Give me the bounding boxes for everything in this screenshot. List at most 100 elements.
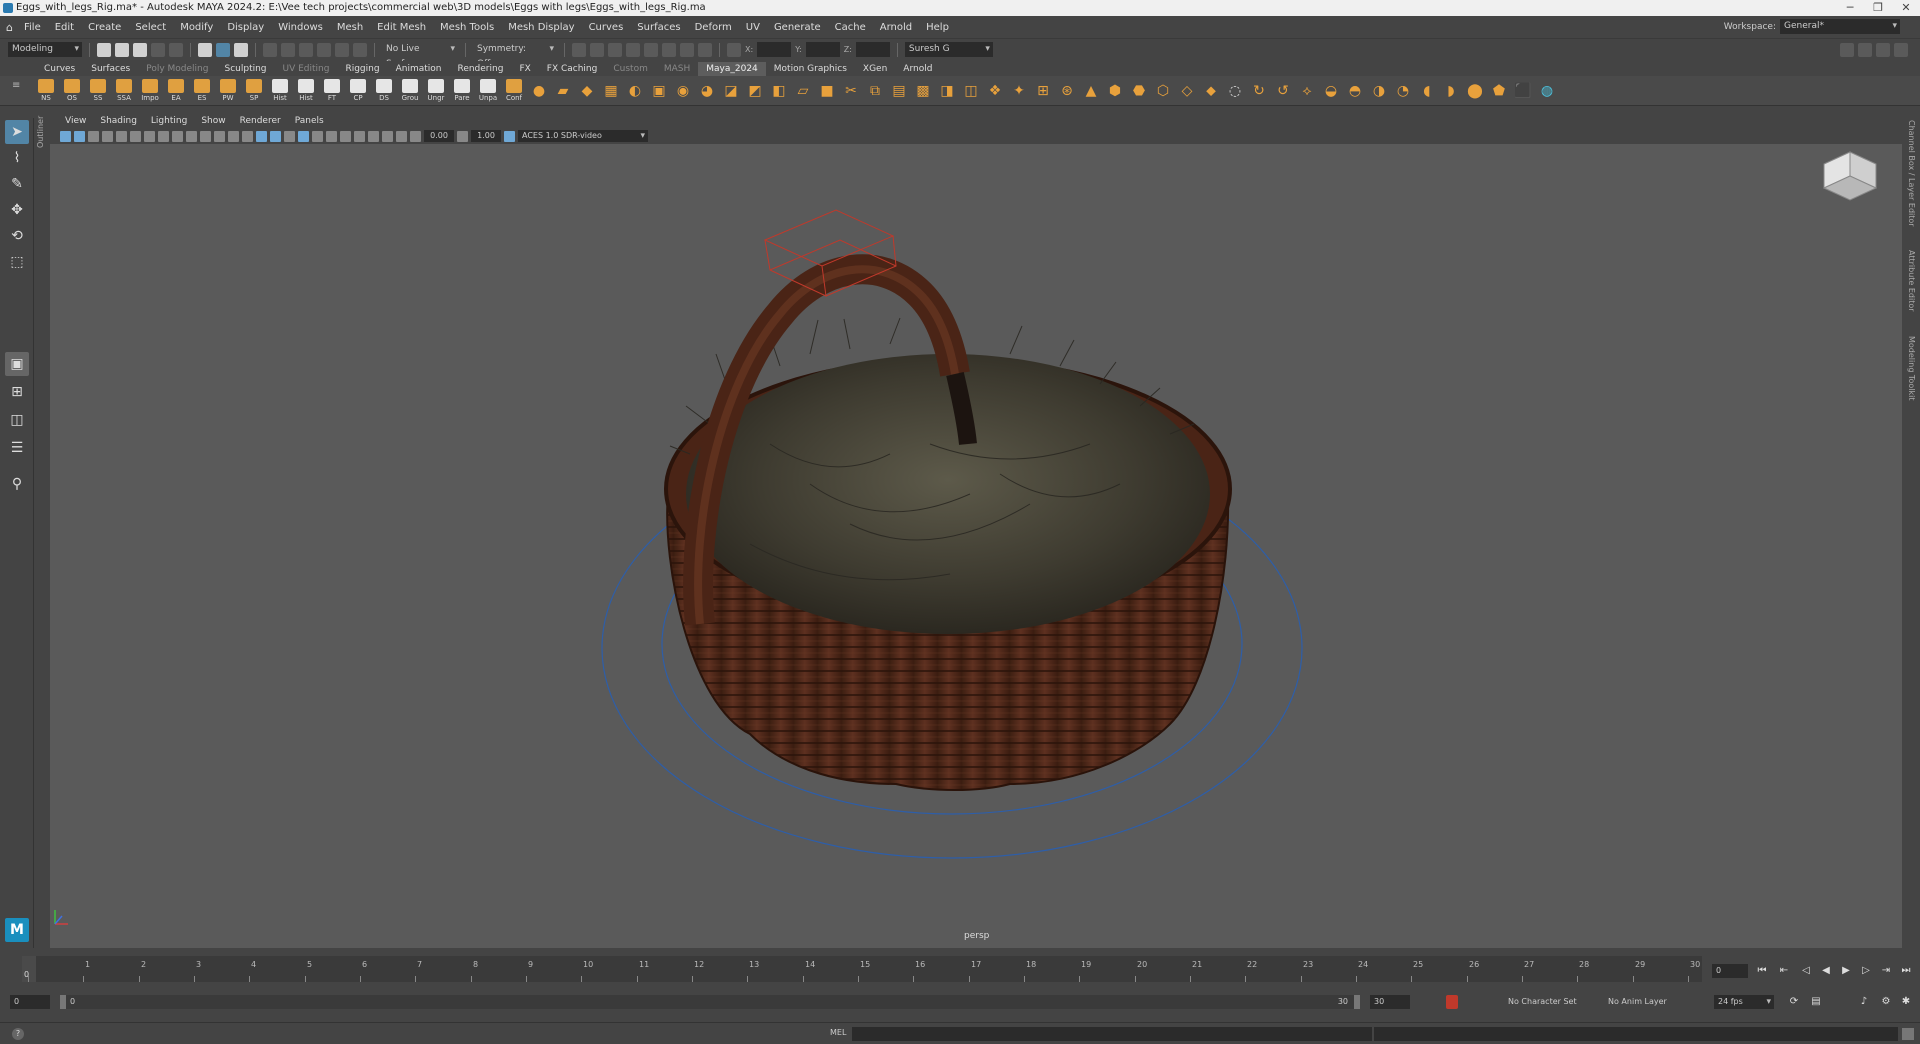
- bend-icon[interactable]: ◐: [624, 80, 646, 102]
- panel-menu-lighting[interactable]: Lighting: [144, 116, 194, 126]
- select-camera-icon[interactable]: [60, 130, 71, 142]
- animation-end-field[interactable]: 30: [1370, 995, 1410, 1009]
- command-input[interactable]: [852, 1027, 1372, 1041]
- step-back-key-icon[interactable]: ⇤: [1776, 964, 1792, 978]
- scale-tool-icon[interactable]: ⬚: [5, 250, 29, 274]
- menu-set-dropdown[interactable]: Modeling: [8, 42, 82, 57]
- perspective-viewport[interactable]: persp: [50, 144, 1902, 948]
- gate-mask-icon[interactable]: [186, 130, 197, 142]
- uv-editor-icon[interactable]: ◌: [1224, 80, 1246, 102]
- play-forwards-icon[interactable]: ▶: [1838, 964, 1854, 978]
- anim-layer-dropdown[interactable]: No Anim Layer: [1608, 995, 1667, 1009]
- attribute-editor-tab[interactable]: Attribute Editor: [1907, 250, 1916, 312]
- shelf-button-ssa[interactable]: SSA: [112, 78, 136, 104]
- step-forward-key-icon[interactable]: ⇥: [1878, 964, 1894, 978]
- multi-cut-icon[interactable]: ✂: [840, 80, 862, 102]
- close-icon[interactable]: ✕: [1892, 0, 1920, 16]
- shelf-button-os[interactable]: OS: [60, 78, 84, 104]
- panel-menu-renderer[interactable]: Renderer: [233, 116, 288, 126]
- cache-playback-icon[interactable]: ▤: [1808, 995, 1824, 1009]
- pause-viewport-icon[interactable]: [698, 42, 712, 57]
- character-set-dropdown[interactable]: No Character Set: [1508, 995, 1577, 1009]
- offset-icon[interactable]: ⬤: [1464, 80, 1486, 102]
- safe-action-icon[interactable]: [214, 130, 225, 142]
- extrude-icon[interactable]: ▣: [648, 80, 670, 102]
- shelf-button-conf[interactable]: Conf: [502, 78, 526, 104]
- wireframe-icon[interactable]: [242, 130, 253, 142]
- image-plane-icon[interactable]: [102, 130, 113, 142]
- outliner-collapsed-strip[interactable]: Outliner: [34, 116, 48, 948]
- shelf-button-ea[interactable]: EA: [164, 78, 188, 104]
- panel-menu-show[interactable]: Show: [194, 116, 232, 126]
- tool-settings-icon[interactable]: [1876, 43, 1890, 57]
- ipr-render-icon[interactable]: [608, 42, 622, 57]
- menu-edit[interactable]: Edit: [48, 22, 81, 33]
- field-chart-icon[interactable]: [200, 130, 211, 142]
- menu-modify[interactable]: Modify: [173, 22, 220, 33]
- film-gate-icon[interactable]: [158, 130, 169, 142]
- menu-uv[interactable]: UV: [739, 22, 767, 33]
- shelf-tab-xgen[interactable]: XGen: [855, 62, 895, 76]
- attribute-editor-icon[interactable]: [1858, 43, 1872, 57]
- menu-mesh-display[interactable]: Mesh Display: [501, 22, 581, 33]
- menu-select[interactable]: Select: [128, 22, 173, 33]
- script-editor-icon[interactable]: [1902, 1028, 1914, 1040]
- panel-menu-panels[interactable]: Panels: [288, 116, 331, 126]
- step-forward-frame-icon[interactable]: ▷: [1858, 964, 1874, 978]
- exposure-icon[interactable]: [410, 130, 421, 142]
- range-start-handle[interactable]: [60, 995, 66, 1009]
- menu-create[interactable]: Create: [81, 22, 128, 33]
- fps-dropdown[interactable]: 24 fps: [1714, 995, 1774, 1009]
- user-account-dropdown[interactable]: Suresh G: [904, 42, 993, 57]
- snap-grid-icon[interactable]: [263, 42, 277, 57]
- render-view-icon[interactable]: [572, 42, 586, 57]
- play-backwards-icon[interactable]: ◀: [1818, 964, 1834, 978]
- shelf-tab-mash[interactable]: MASH: [656, 62, 698, 76]
- time-slider-track[interactable]: 0 1 2 3 4 5 6 7 8 9 10 11 12 13 14 15 16 17 18 19 20 21 22 23 2…: [22, 956, 1702, 982]
- shelf-button-grou[interactable]: Grou: [398, 78, 422, 104]
- sculpt-icon[interactable]: ◕: [696, 80, 718, 102]
- search-icon[interactable]: ⚲: [5, 472, 29, 496]
- arc-tool-icon[interactable]: ↺: [1272, 80, 1294, 102]
- panel-menu-shading[interactable]: Shading: [93, 116, 144, 126]
- view-transform-dropdown[interactable]: ACES 1.0 SDR-video (sRGB): [518, 130, 648, 152]
- channel-box-icon[interactable]: [1894, 43, 1908, 57]
- plane-icon[interactable]: ▱: [792, 80, 814, 102]
- loop-icon[interactable]: ⟳: [1786, 995, 1802, 1009]
- undo-icon[interactable]: [151, 42, 165, 57]
- sound-icon[interactable]: ♪: [1856, 995, 1872, 1009]
- menu-deform[interactable]: Deform: [688, 22, 739, 33]
- shelf-menu-icon[interactable]: ≡: [12, 80, 20, 91]
- go-to-start-icon[interactable]: ⏮: [1754, 964, 1770, 978]
- move-tool-icon[interactable]: ✥: [5, 198, 29, 222]
- curve-tool-icon[interactable]: ↻: [1248, 80, 1270, 102]
- coord-z-field[interactable]: [855, 42, 890, 57]
- coord-y-field[interactable]: [805, 42, 840, 57]
- move-component-icon[interactable]: ⬥: [1200, 80, 1222, 102]
- shelf-button-ft[interactable]: FT: [320, 78, 344, 104]
- combine-icon[interactable]: ⧉: [864, 80, 886, 102]
- smooth-shade-icon[interactable]: [256, 130, 267, 142]
- color-management-icon[interactable]: [504, 130, 515, 142]
- shelf-tab-arnold[interactable]: Arnold: [895, 62, 940, 76]
- bevel-icon[interactable]: ◪: [720, 80, 742, 102]
- bridge-icon[interactable]: ◩: [744, 80, 766, 102]
- home-icon[interactable]: ⌂: [6, 21, 13, 34]
- range-end-handle[interactable]: [1354, 995, 1360, 1009]
- shelf-button-es[interactable]: ES: [190, 78, 214, 104]
- target-weld-icon[interactable]: ⊛: [1056, 80, 1078, 102]
- render-setup-icon[interactable]: [662, 42, 676, 57]
- menu-file[interactable]: File: [17, 22, 48, 33]
- range-slider-bar[interactable]: 0 30: [60, 995, 1360, 1009]
- shelf-tab-animation[interactable]: Animation: [388, 62, 450, 76]
- modeling-toolkit-icon[interactable]: [1840, 43, 1854, 57]
- shelf-tab-rigging[interactable]: Rigging: [337, 62, 387, 76]
- snap-point-icon[interactable]: [299, 42, 313, 57]
- cube-icon[interactable]: ■: [816, 80, 838, 102]
- single-perspective-layout-icon[interactable]: ▣: [5, 352, 29, 376]
- shadows-icon[interactable]: [298, 130, 309, 142]
- menu-cache[interactable]: Cache: [828, 22, 873, 33]
- resolution-gate-icon[interactable]: [172, 130, 183, 142]
- menu-mesh[interactable]: Mesh: [330, 22, 370, 33]
- light-editor-icon[interactable]: [680, 42, 694, 57]
